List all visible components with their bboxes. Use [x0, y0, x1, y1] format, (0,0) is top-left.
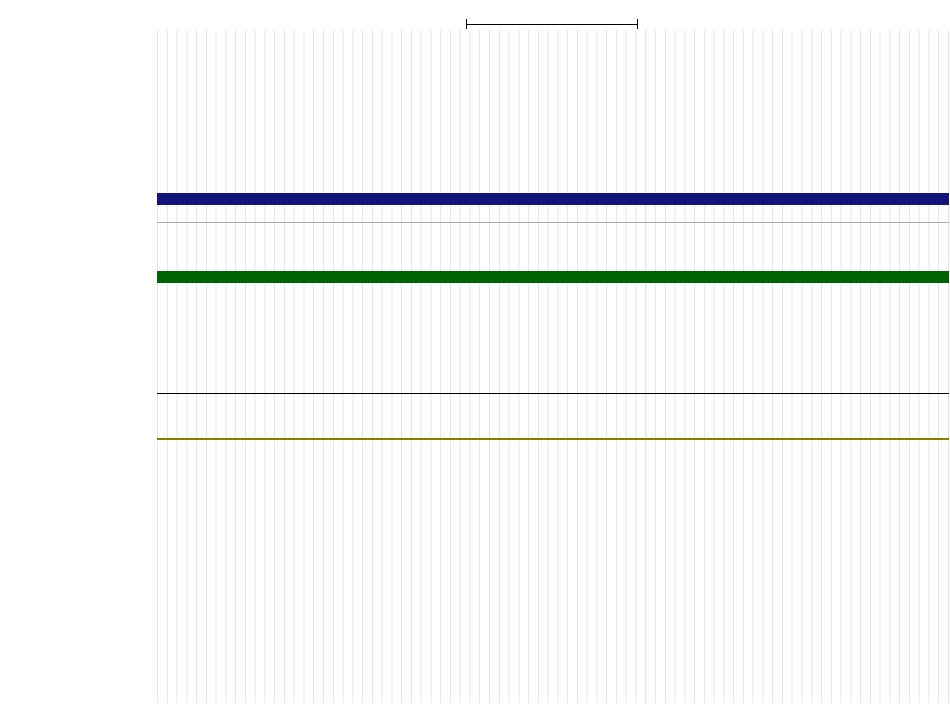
repeatmasker-track-title[interactable] — [157, 657, 948, 670]
omim-genes-label[interactable] — [0, 271, 152, 284]
sequences-label[interactable] — [0, 223, 152, 236]
grid-lines — [157, 30, 949, 703]
multiz-track-title[interactable] — [157, 511, 948, 524]
repeatmasker-label[interactable] — [0, 677, 152, 690]
scale-label — [0, 16, 152, 29]
strand-direction-label — [0, 50, 152, 63]
h3k27ac-baseline — [157, 438, 949, 440]
omim-track-title[interactable] — [157, 256, 948, 269]
phylop-max-label — [0, 446, 152, 459]
common-dbsnp-label[interactable] — [0, 301, 152, 314]
vert-cons-label[interactable] — [0, 470, 152, 483]
h3k27ac-track-title[interactable] — [157, 399, 948, 412]
phylop-track-title[interactable] — [157, 446, 948, 459]
h3k27ac-label[interactable] — [0, 415, 152, 428]
window-position-label — [0, 2, 152, 15]
chrom-label — [0, 35, 152, 48]
snps-label[interactable] — [0, 237, 152, 250]
gaps-label[interactable] — [0, 526, 152, 539]
window-position-title — [157, 2, 948, 16]
gtex-gene-label[interactable] — [0, 356, 152, 369]
gtex-baseline — [157, 393, 949, 394]
refseq-track-title[interactable] — [157, 178, 948, 191]
gtex-track-title[interactable] — [157, 317, 948, 330]
refseq-curated-gene-bar[interactable] — [157, 193, 949, 205]
refseq-curated-label[interactable] — [0, 193, 152, 206]
sequences-track-line — [157, 222, 949, 223]
publications-track-title[interactable] — [157, 209, 948, 222]
gencode-track-title[interactable] — [157, 66, 948, 79]
phylop-min-label — [0, 490, 152, 503]
ucsc-genome-browser — [0, 0, 950, 707]
dbsnp-track-title[interactable] — [157, 287, 948, 300]
omim-genes-bar[interactable] — [157, 271, 949, 283]
scale-bar — [466, 19, 638, 29]
